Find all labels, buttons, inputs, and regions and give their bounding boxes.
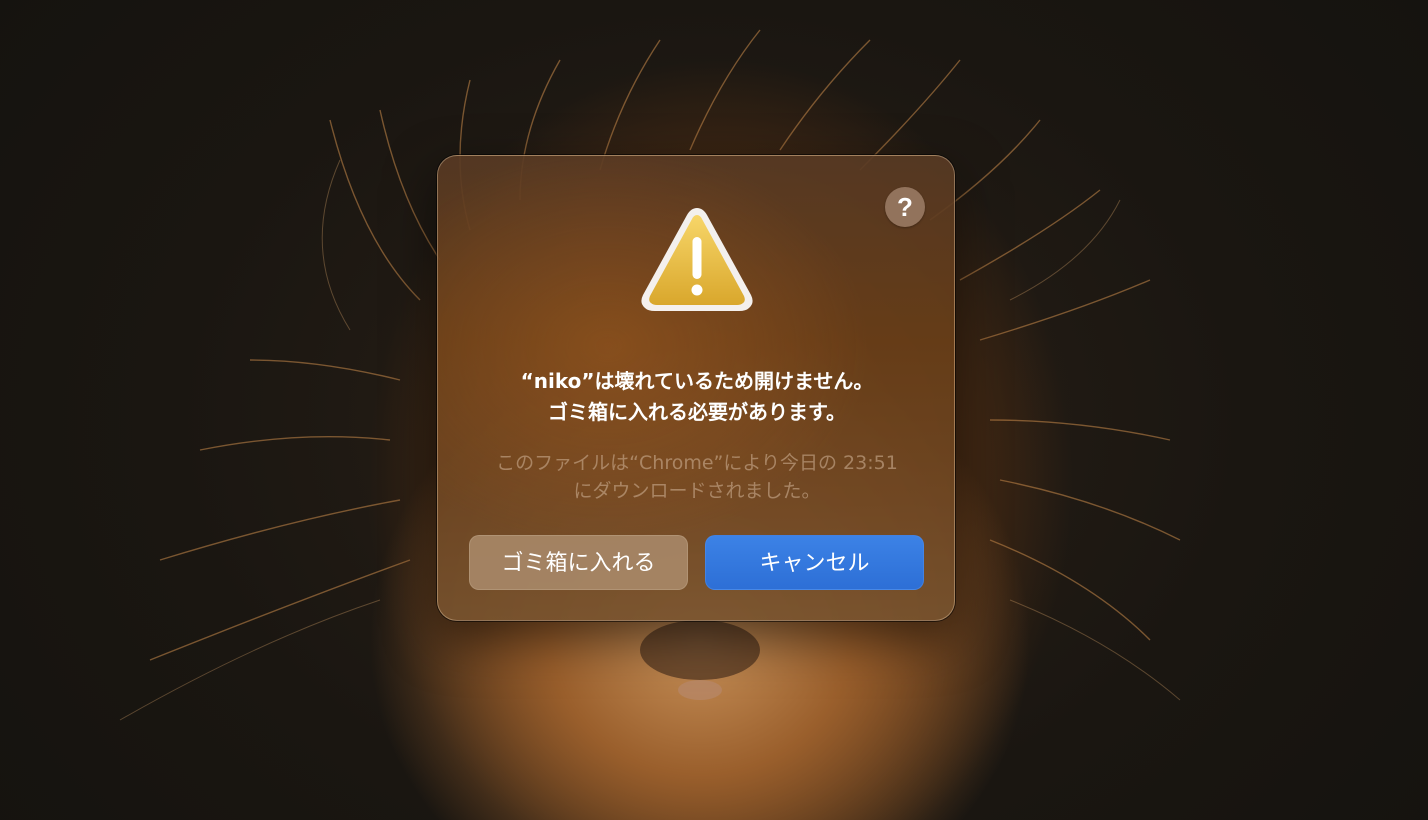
help-button[interactable]: ? <box>885 187 925 227</box>
move-to-trash-button[interactable]: ゴミ箱に入れる <box>469 535 688 590</box>
desktop-wallpaper: ? “niko”は壊れているため開けません。 ゴミ箱に入れる必要があります。 こ… <box>0 0 1428 820</box>
alert-title: “niko”は壊れているため開けません。 ゴミ箱に入れる必要があります。 <box>438 366 956 428</box>
alert-message: このファイルは“Chrome”により今日の 23:51 にダウンロードされました… <box>438 449 956 505</box>
alert-message-line-2: にダウンロードされました。 <box>573 480 821 502</box>
alert-message-line-1: このファイルは“Chrome”により今日の 23:51 <box>496 452 898 474</box>
warning-triangle-icon <box>641 208 753 311</box>
alert-title-line-2: ゴミ箱に入れる必要があります。 <box>548 400 846 424</box>
alert-title-line-1: “niko”は壊れているため開けません。 <box>520 369 874 393</box>
alert-dialog: ? “niko”は壊れているため開けません。 ゴミ箱に入れる必要があります。 こ… <box>437 155 955 621</box>
cancel-button[interactable]: キャンセル <box>705 535 924 590</box>
